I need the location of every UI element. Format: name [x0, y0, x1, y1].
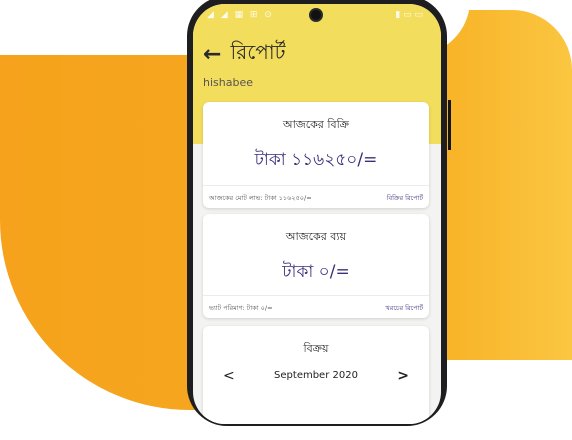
today-expense-footer: ভ্যাট পরিমাণ: টাকা ০/= খরচের রিপোর্ট	[203, 295, 429, 318]
title-bar: ← রিপোর্ট	[203, 38, 286, 71]
today-sales-title: আজকের বিক্রি	[283, 118, 349, 131]
camera-hole	[311, 10, 321, 20]
chevron-right-icon[interactable]: >	[397, 368, 409, 384]
chevron-left-icon[interactable]: <	[223, 368, 235, 384]
status-icons-right: ▮ ▭ ▭	[395, 10, 423, 20]
today-sales-card: আজকের বিক্রি টাকা ১১৬২৫০/= আজকের মোট লাভ…	[203, 102, 429, 208]
back-arrow-icon[interactable]: ←	[203, 42, 221, 67]
today-sales-amount: টাকা ১১৬২৫০/=	[254, 150, 378, 170]
today-expense-amount: টাকা ০/=	[282, 262, 350, 282]
sales-report-link[interactable]: বিক্রির রিপোর্ট	[387, 193, 423, 204]
vat-amount-text: ভ্যাট পরিমাণ: টাকা ০/=	[209, 304, 273, 312]
status-icons-left: ◢ ◢ ▦ ⊞ ⊙	[207, 10, 274, 20]
phone-screen: ◢ ◢ ▦ ⊞ ⊙ ▮ ▭ ▭ ← রিপোর্ট hishabee আজকের…	[193, 4, 441, 424]
today-sales-footer: আজকের মোট লাভ: টাকা ১১৬২৫০/= বিক্রির রিপ…	[203, 185, 429, 208]
sales-section-card: বিক্রয় < September 2020 >	[203, 326, 429, 424]
today-expense-card: আজকের ব্যয় টাকা ০/= ভ্যাট পরিমাণ: টাকা …	[203, 214, 429, 318]
shop-name: hishabee	[203, 76, 253, 89]
phone-side-button	[448, 100, 451, 150]
today-profit-text: আজকের মোট লাভ: টাকা ১১৬২৫০/=	[209, 194, 312, 202]
page-title: রিপোর্ট	[230, 40, 286, 64]
month-navigator: < September 2020 >	[203, 368, 429, 384]
phone-frame: ◢ ◢ ▦ ⊞ ⊙ ▮ ▭ ▭ ← রিপোর্ট hishabee আজকের…	[187, 0, 447, 426]
today-expense-title: আজকের ব্যয়	[285, 230, 347, 243]
sales-section-title: বিক্রয়	[303, 342, 329, 355]
month-label: September 2020	[274, 370, 358, 381]
expense-report-link[interactable]: খরচের রিপোর্ট	[386, 303, 424, 314]
